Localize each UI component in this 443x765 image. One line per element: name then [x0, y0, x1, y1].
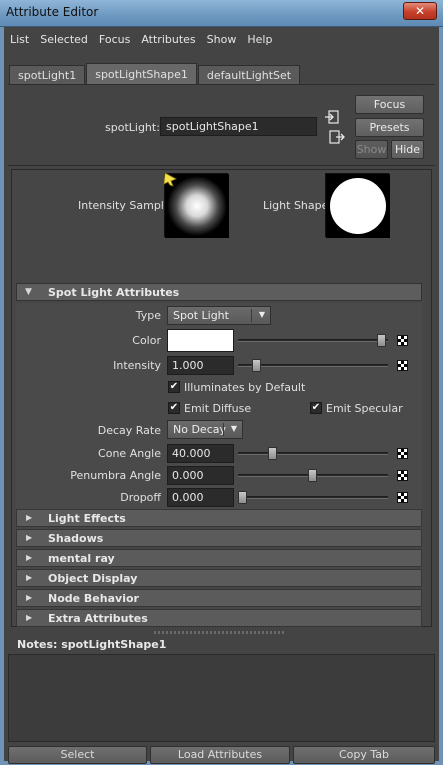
expand-arrow-icon: ▶: [26, 513, 33, 522]
penumbra-angle-slider-handle[interactable]: [308, 469, 317, 482]
section-label: Object Display: [48, 572, 138, 585]
hide-button[interactable]: Hide: [391, 140, 424, 159]
dropdown-separator: [223, 423, 224, 436]
light-shape-image: [326, 174, 390, 238]
tab-spotlightshape1[interactable]: spotLightShape1: [86, 63, 197, 85]
penumbra-angle-map-button[interactable]: [397, 470, 408, 481]
dropdown-separator: [251, 309, 252, 322]
cone-angle-map-button[interactable]: [397, 448, 408, 459]
chevron-down-icon: ▼: [230, 424, 237, 433]
section-label: Light Effects: [48, 512, 126, 525]
attributes-panel: Intensity Sample Light Shape ▼ Spot Ligh…: [11, 169, 432, 627]
tab-spotlight1[interactable]: spotLight1: [9, 65, 86, 85]
emit-specular-label: Emit Specular: [326, 402, 403, 415]
light-icon: [163, 172, 177, 187]
light-shape-label: Light Shape: [263, 199, 329, 212]
node-type-label: spotLight:: [105, 121, 160, 134]
select-button[interactable]: Select: [8, 746, 147, 764]
intensity-map-button[interactable]: [397, 360, 408, 371]
menu-focus[interactable]: Focus: [93, 29, 135, 51]
type-value: Spot Light: [173, 309, 229, 322]
load-attributes-button[interactable]: Load Attributes: [150, 746, 290, 764]
cone-angle-slider-track[interactable]: [238, 452, 388, 455]
expand-arrow-icon: ▶: [26, 553, 33, 562]
intensity-slider-handle[interactable]: [252, 359, 261, 372]
section-label: Extra Attributes: [48, 612, 148, 625]
spot-light-attributes-header[interactable]: ▼ Spot Light Attributes: [16, 283, 422, 301]
emit-diffuse-label: Emit Diffuse: [184, 402, 252, 415]
window-border: [439, 27, 443, 765]
color-map-button[interactable]: [397, 335, 408, 346]
menu-selected[interactable]: Selected: [34, 29, 93, 51]
close-button[interactable]: ✕: [403, 2, 437, 20]
color-slider-handle[interactable]: [377, 334, 386, 347]
section-label: Shadows: [48, 532, 104, 545]
cone-angle-slider-handle[interactable]: [268, 447, 277, 460]
spot-light-attributes-body: Type Spot Light ▼ Color Intensity 1.000 …: [16, 303, 422, 509]
notes-label: Notes: spotLightShape1: [17, 638, 167, 651]
intensity-field[interactable]: 1.000: [167, 356, 234, 375]
decay-rate-value: No Decay: [173, 423, 226, 436]
penumbra-angle-field[interactable]: 0.000: [167, 466, 234, 485]
tab-divider: [8, 84, 435, 85]
section-label: Node Behavior: [48, 592, 139, 605]
color-label: Color: [132, 334, 161, 347]
dropoff-field[interactable]: 0.000: [167, 488, 234, 507]
section-node-behavior[interactable]: ▶ Node Behavior: [16, 589, 422, 607]
decay-rate-label: Decay Rate: [97, 424, 161, 437]
header-divider: [8, 165, 435, 166]
attribute-editor-body: List Selected Focus Attributes Show Help…: [4, 27, 439, 764]
window-titlebar[interactable]: Attribute Editor ✕: [0, 0, 443, 27]
node-name-field[interactable]: spotLightShape1: [160, 117, 317, 136]
cone-angle-field[interactable]: 40.000: [167, 444, 234, 463]
section-light-effects[interactable]: ▶ Light Effects: [16, 509, 422, 527]
color-swatch[interactable]: [167, 329, 234, 352]
section-label: mental ray: [48, 552, 115, 565]
illuminates-by-default-checkbox[interactable]: ✔: [168, 381, 180, 393]
notes-resize-handle[interactable]: [154, 631, 284, 634]
decay-rate-dropdown[interactable]: No Decay ▼: [167, 420, 243, 439]
light-shape-swatch: [325, 173, 390, 238]
emit-specular-checkbox[interactable]: ✔: [310, 402, 322, 414]
tab-defaultlightset[interactable]: defaultLightSet: [197, 65, 301, 85]
menu-list[interactable]: List: [4, 29, 34, 51]
emit-diffuse-checkbox[interactable]: ✔: [168, 402, 180, 414]
intensity-label: Intensity: [113, 359, 161, 372]
section-title: Spot Light Attributes: [48, 286, 180, 299]
menu-help[interactable]: Help: [241, 29, 277, 51]
section-object-display[interactable]: ▶ Object Display: [16, 569, 422, 587]
menu-bar: List Selected Focus Attributes Show Help: [4, 29, 277, 51]
notes-textarea[interactable]: [8, 654, 435, 742]
dropoff-slider-handle[interactable]: [238, 491, 247, 504]
menu-show[interactable]: Show: [201, 29, 242, 51]
node-tabs: spotLight1 spotLightShape1 defaultLightS…: [9, 63, 301, 85]
section-mental-ray[interactable]: ▶ mental ray: [16, 549, 422, 567]
intensity-sample-label: Intensity Sample: [78, 199, 171, 212]
dropoff-slider-track[interactable]: [238, 496, 388, 499]
dropoff-map-button[interactable]: [397, 492, 408, 503]
type-dropdown[interactable]: Spot Light ▼: [167, 306, 271, 325]
chevron-down-icon: ▼: [258, 310, 265, 319]
cone-angle-label: Cone Angle: [98, 447, 161, 460]
input-connection-icon[interactable]: [325, 109, 341, 125]
presets-button[interactable]: Presets: [355, 118, 424, 137]
window-title: Attribute Editor: [6, 5, 99, 19]
expand-arrow-icon: ▶: [26, 573, 33, 582]
color-slider-track[interactable]: [238, 339, 388, 342]
penumbra-angle-label: Penumbra Angle: [70, 469, 161, 482]
expand-arrow-icon: ▶: [26, 593, 33, 602]
collapse-arrow-icon: ▼: [25, 287, 32, 297]
type-label: Type: [135, 309, 161, 322]
illuminates-by-default-label: Illuminates by Default: [184, 381, 306, 394]
output-connection-icon[interactable]: [329, 129, 345, 145]
dropoff-label: Dropoff: [120, 491, 161, 504]
show-button[interactable]: Show: [355, 140, 388, 159]
expand-arrow-icon: ▶: [26, 533, 33, 542]
copy-tab-button[interactable]: Copy Tab: [293, 746, 435, 764]
section-shadows[interactable]: ▶ Shadows: [16, 529, 422, 547]
focus-button[interactable]: Focus: [355, 95, 424, 114]
section-extra-attributes[interactable]: ▶ Extra Attributes: [16, 609, 422, 627]
menu-attributes[interactable]: Attributes: [135, 29, 200, 51]
expand-arrow-icon: ▶: [26, 613, 33, 622]
